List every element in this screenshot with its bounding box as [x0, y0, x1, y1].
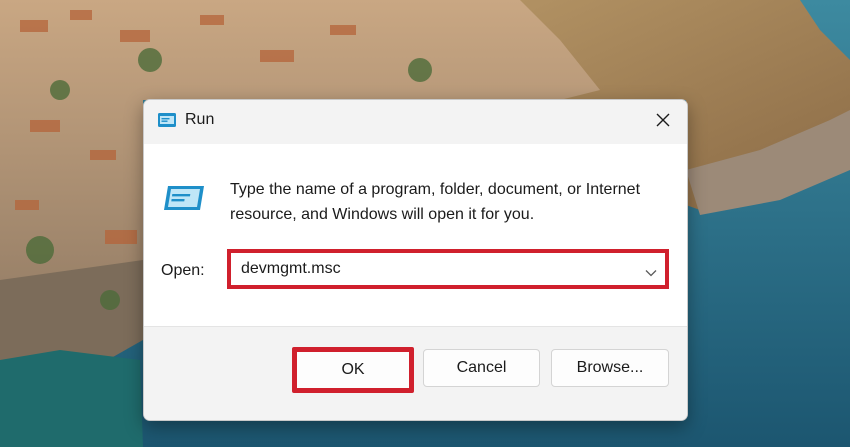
dialog-description: Type the name of a program, folder, docu… — [230, 181, 641, 223]
cancel-button[interactable]: Cancel — [423, 349, 540, 387]
dialog-title: Run — [185, 111, 215, 128]
dialog-footer: OK Cancel Browse... — [144, 326, 687, 420]
run-icon — [157, 112, 177, 128]
run-icon — [163, 182, 207, 214]
ok-button[interactable]: OK — [292, 347, 414, 393]
title-bar[interactable]: Run — [144, 100, 687, 144]
open-combobox[interactable]: devmgmt.msc — [227, 249, 669, 289]
open-label: Open: — [161, 262, 205, 279]
close-button[interactable] — [639, 100, 687, 140]
open-input[interactable]: devmgmt.msc — [241, 260, 341, 278]
chevron-down-icon[interactable] — [645, 264, 657, 282]
dialog-body: Type the name of a program, folder, docu… — [144, 144, 687, 326]
close-icon — [656, 113, 670, 127]
browse-button[interactable]: Browse... — [551, 349, 669, 387]
run-dialog: Run Type the name of a program, folder, … — [143, 99, 688, 421]
